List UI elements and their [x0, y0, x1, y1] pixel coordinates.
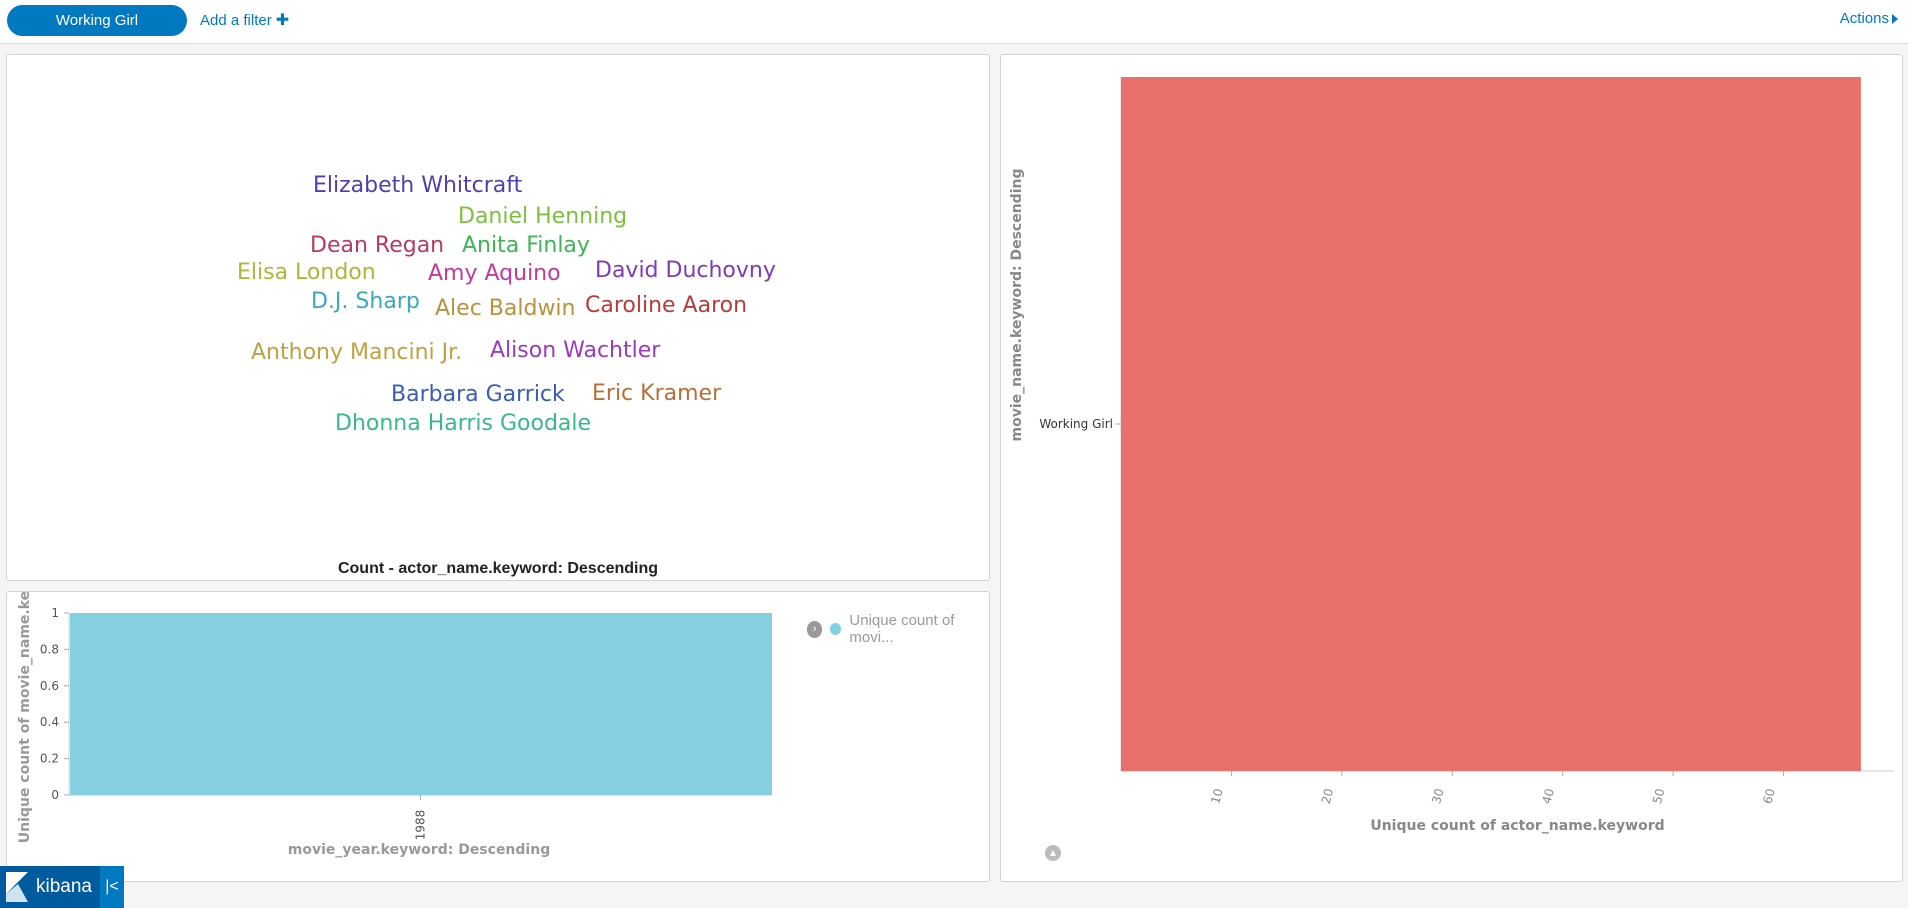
word-cloud-panel: Elizabeth Whitcraft Daniel Henning Dean Re… [6, 54, 990, 581]
x-tick-label: 20 [1319, 787, 1336, 805]
kibana-logo-text: kibana [36, 876, 92, 897]
x-tick-label: 10 [1208, 787, 1225, 805]
word-cloud-term[interactable]: Amy Aquino [428, 263, 561, 285]
y-category-label: Working Girl [1039, 417, 1113, 431]
word-cloud-term[interactable]: David Duchovny [595, 260, 776, 282]
y-tick-label: 1 [51, 606, 59, 620]
word-cloud-term[interactable]: Alec Baldwin [435, 298, 576, 320]
horizontal-bar-chart: 10 20 30 40 50 60 Working Girl Unique count of … [1009, 77, 1894, 834]
legend-item-label[interactable]: Unique count of movi... [849, 612, 989, 646]
caret-right-icon [1892, 13, 1898, 24]
chevron-up-icon[interactable]: ▲ [1045, 845, 1061, 861]
actions-label: Actions [1839, 10, 1889, 27]
word-cloud-term[interactable]: Eric Kramer [592, 383, 721, 405]
x-tick-label: 40 [1540, 787, 1557, 805]
x-category-label: 1988 [414, 810, 428, 841]
kibana-logo[interactable]: kibana |< [0, 866, 124, 908]
x-tick-label: 30 [1429, 787, 1446, 805]
word-cloud-term[interactable]: Caroline Aaron [585, 295, 747, 317]
legend-swatch [830, 623, 842, 635]
horizontal-bar-panel: 10 20 30 40 50 60 Working Girl Unique count of … [1000, 54, 1903, 882]
word-cloud-term[interactable]: Barbara Garrick [391, 384, 565, 406]
x-axis-title: movie_year.keyword: Descending [288, 842, 550, 858]
filter-bar: Working Girl Add a filter ✚ Actions [0, 0, 1908, 44]
y-tick-label: 0.6 [40, 679, 59, 693]
word-cloud-term[interactable]: Elisa London [237, 262, 376, 284]
y-tick-label: 0 [51, 788, 59, 802]
word-cloud-term[interactable]: Dhonna Harris Goodale [335, 413, 591, 435]
x-tick-label: 50 [1650, 787, 1667, 805]
word-cloud-term[interactable]: Anthony Mancini Jr. [251, 342, 462, 364]
word-cloud-title: Count - actor_name.keyword: Descending [337, 560, 659, 577]
chart-legend: › Unique count of movi... [807, 612, 989, 646]
add-filter-label: Add a filter [200, 11, 272, 29]
kibana-mark-icon [6, 866, 30, 908]
y-axis-title: Unique count of movie_name.keyw [17, 592, 33, 843]
bar-1988[interactable] [70, 613, 772, 795]
plus-icon: ✚ [275, 12, 290, 29]
word-cloud-term[interactable]: Elizabeth Whitcraft [313, 175, 522, 197]
word-cloud-term[interactable]: D.J. Sharp [311, 291, 420, 313]
legend-toggle-icon[interactable]: › [807, 620, 823, 638]
y-tick-label: 0.2 [40, 752, 59, 766]
bar-working-girl[interactable] [1121, 77, 1861, 771]
add-filter-link[interactable]: Add a filter ✚ [200, 10, 289, 30]
y-tick-label: 0.8 [40, 642, 59, 656]
word-cloud-term[interactable]: Daniel Henning [458, 206, 627, 228]
x-tick-label: 60 [1760, 787, 1777, 805]
x-axis-title: Unique count of actor_name.keyword [1370, 818, 1664, 834]
word-cloud-term[interactable]: Alison Wachtler [490, 340, 660, 362]
word-cloud-term[interactable]: Dean Regan [310, 235, 444, 257]
column-chart-panel: 0 0.2 0.4 0.6 0.8 1 1988 movie_year.keyword: De… [6, 569, 990, 882]
actions-menu[interactable]: Actions [1840, 10, 1898, 27]
word-cloud-term[interactable]: Anita Finlay [462, 235, 590, 257]
collapse-sidebar-button[interactable]: |< [100, 866, 124, 908]
filter-pill-working-girl[interactable]: Working Girl [7, 5, 187, 36]
y-axis-title: movie_name.keyword: Descending [1009, 169, 1025, 442]
y-tick-label: 0.4 [40, 715, 59, 729]
